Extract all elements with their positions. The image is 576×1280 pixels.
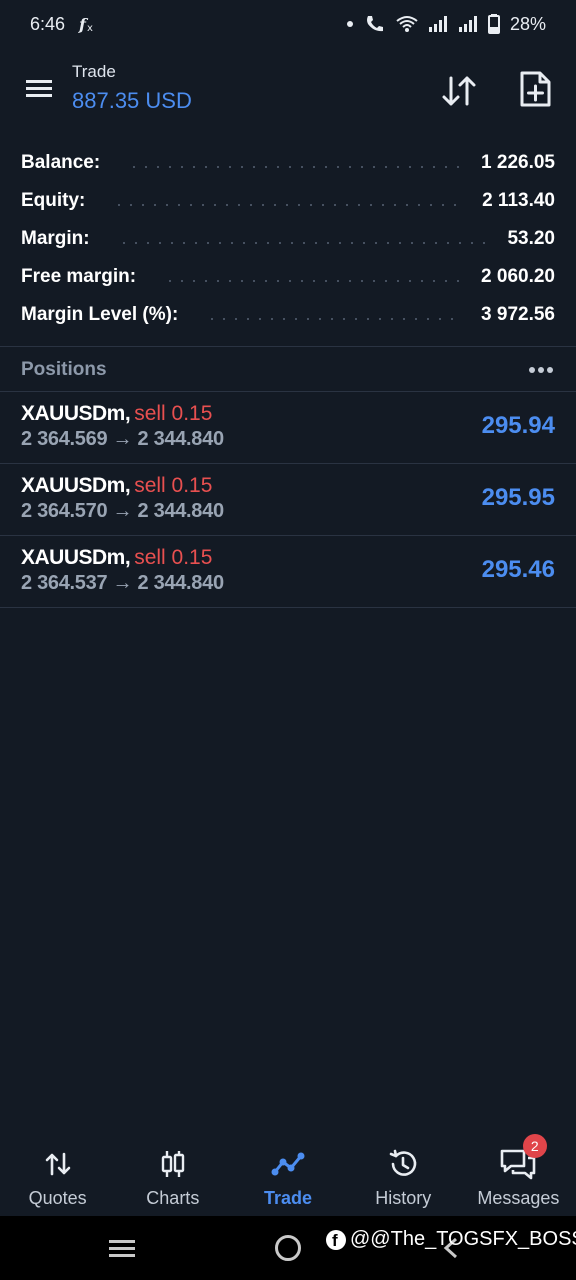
summary-label: Balance: (21, 152, 101, 173)
battery-percent: 28% (509, 13, 546, 34)
sort-icon[interactable] (440, 72, 480, 112)
positions-title: Positions (21, 359, 107, 380)
summary-label: Margin: (21, 228, 90, 249)
dotted-leader (206, 318, 460, 320)
position-side: sell 0.15 (134, 474, 213, 497)
summary-row-balance: Balance: 1 226.05 (0, 144, 576, 182)
trade-icon (271, 1148, 305, 1180)
wifi-icon (396, 15, 418, 33)
position-side: sell 0.15 (134, 546, 213, 569)
system-nav-bar: f @@The_TOGSFX_BOSS (0, 1216, 576, 1280)
notification-dot-icon (346, 20, 354, 28)
position-symbol: XAUUSDm, (21, 474, 131, 497)
summary-value: 2 113.40 (482, 190, 555, 211)
nav-label: History (375, 1188, 432, 1208)
position-prices: 2 364.570 → 2 344.840 (21, 500, 224, 522)
app-header: Trade 887.35 USD (0, 56, 576, 132)
home-icon[interactable] (275, 1235, 301, 1261)
position-side: sell 0.15 (134, 402, 213, 425)
summary-row-margin-level: Margin Level (%): 3 972.56 (0, 296, 576, 334)
summary-value: 2 060.20 (481, 266, 555, 287)
status-bar: 6:46 fx 28% (0, 0, 576, 48)
battery-icon (487, 14, 500, 34)
position-prices: 2 364.537 → 2 344.840 (21, 572, 224, 594)
page-title: Trade (72, 62, 116, 81)
position-profit: 295.95 (481, 484, 555, 511)
nav-messages[interactable]: 2 Messages (461, 1134, 576, 1216)
summary-value: 53.20 (507, 228, 555, 249)
function-icon: fx (77, 14, 97, 34)
position-profit: 295.46 (481, 556, 555, 583)
header-balance: 887.35 USD (72, 88, 192, 113)
status-time: 6:46 (30, 13, 66, 34)
watermark-text: @@The_TOGSFX_BOSS (350, 1228, 576, 1250)
menu-icon[interactable] (24, 76, 60, 104)
dotted-leader (164, 280, 460, 282)
nav-label: Trade (263, 1188, 313, 1208)
position-row[interactable]: XAUUSDm, sell 0.15 2 364.569 → 2 344.840 … (0, 392, 576, 464)
positions-list: XAUUSDm, sell 0.15 2 364.569 → 2 344.840 … (0, 392, 576, 608)
divider (0, 346, 576, 347)
summary-row-equity: Equity: 2 113.40 (0, 182, 576, 220)
call-icon (364, 14, 386, 34)
position-symbol: XAUUSDm, (21, 402, 131, 425)
summary-row-margin: Margin: 53.20 (0, 220, 576, 258)
unread-badge: 2 (522, 1134, 547, 1158)
more-options-icon[interactable] (527, 360, 555, 380)
nav-history[interactable]: History (346, 1136, 461, 1216)
position-profit: 295.94 (481, 412, 555, 439)
watermark: f @@The_TOGSFX_BOSS (326, 1228, 576, 1251)
position-prices: 2 364.569 → 2 344.840 (21, 428, 224, 450)
nav-quotes[interactable]: Quotes (0, 1136, 115, 1216)
svg-text:x: x (87, 23, 93, 34)
nav-label: Messages (477, 1188, 560, 1208)
summary-label: Margin Level (%): (21, 304, 179, 325)
nav-label: Quotes (28, 1188, 87, 1208)
summary-label: Equity: (21, 190, 86, 211)
position-row[interactable]: XAUUSDm, sell 0.15 2 364.570 → 2 344.840 … (0, 464, 576, 536)
positions-header: Positions (0, 350, 576, 390)
dotted-leader (117, 242, 486, 244)
nav-charts[interactable]: Charts (115, 1136, 230, 1216)
recent-apps-icon[interactable] (108, 1238, 136, 1265)
nav-trade[interactable]: Trade (230, 1136, 345, 1216)
summary-row-free-margin: Free margin: 2 060.20 (0, 258, 576, 296)
bottom-nav: Quotes Charts Trade History 2 Messages (0, 1134, 576, 1216)
position-symbol: XAUUSDm, (21, 546, 131, 569)
position-row[interactable]: XAUUSDm, sell 0.15 2 364.537 → 2 344.840 … (0, 536, 576, 608)
facebook-icon: f (326, 1229, 346, 1250)
signal-icon (428, 16, 448, 32)
history-icon (387, 1148, 419, 1180)
summary-value: 3 972.56 (481, 304, 555, 325)
quotes-icon (44, 1148, 72, 1180)
summary-label: Free margin: (21, 266, 137, 287)
candles-icon (159, 1148, 187, 1180)
signal-icon-2 (458, 16, 478, 32)
nav-label: Charts (146, 1188, 200, 1208)
dotted-leader (128, 166, 460, 168)
dotted-leader (113, 204, 461, 206)
new-order-icon[interactable] (518, 70, 558, 114)
summary-value: 1 226.05 (481, 152, 555, 173)
account-summary: Balance: 1 226.05 Equity: 2 113.40 Margi… (0, 144, 576, 334)
